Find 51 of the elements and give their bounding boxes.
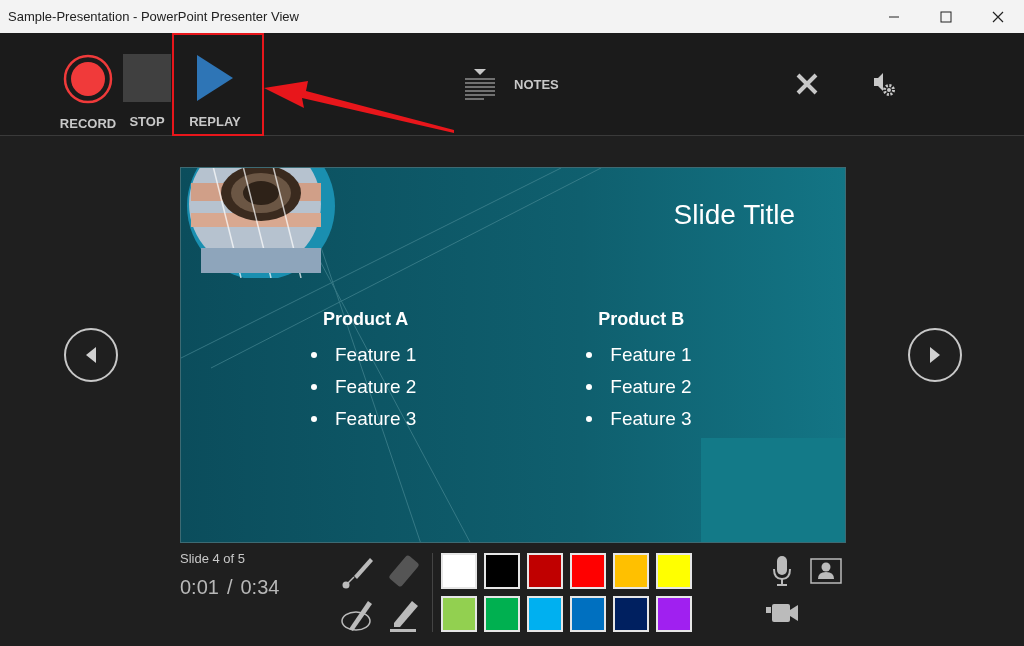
color-swatch[interactable]	[656, 596, 692, 632]
color-swatch[interactable]	[484, 553, 520, 589]
video-camera-icon	[765, 601, 799, 625]
window-title: Sample-Presentation - PowerPoint Presenter View	[7, 7, 300, 26]
replay-button[interactable]: REPLAY	[176, 54, 254, 134]
right-triangle-icon	[928, 346, 942, 364]
color-swatch[interactable]	[613, 596, 649, 632]
stop-button[interactable]: STOP	[122, 54, 172, 134]
left-triangle-icon	[84, 346, 98, 364]
notes-icon	[464, 69, 496, 101]
play-icon	[195, 54, 235, 102]
bullet-text: Feature 2	[335, 374, 417, 399]
time-separator: /	[226, 574, 233, 600]
next-slide-button[interactable]	[908, 328, 962, 382]
maximize-icon	[940, 10, 952, 23]
color-swatch[interactable]	[613, 553, 649, 589]
slide-title: Slide Title	[673, 198, 795, 232]
person-icon	[810, 558, 842, 584]
color-swatch[interactable]	[441, 596, 477, 632]
slide-counter: Slide 4 of 5	[180, 550, 247, 568]
bullet-icon	[311, 416, 317, 422]
notes-button[interactable]: NOTES	[464, 69, 559, 101]
speaker-gear-icon	[871, 71, 896, 97]
microphone-icon	[772, 555, 792, 587]
total-time: 0:34	[240, 574, 280, 600]
color-swatch[interactable]	[656, 553, 692, 589]
bullet-text: Feature 1	[335, 342, 417, 367]
bullet-text: Feature 1	[610, 342, 692, 367]
color-swatch[interactable]	[484, 596, 520, 632]
record-button[interactable]: RECORD	[58, 54, 118, 134]
color-swatch[interactable]	[527, 596, 563, 632]
color-swatch[interactable]	[527, 553, 563, 589]
color-swatch[interactable]	[570, 596, 606, 632]
bullet-text: Feature 3	[335, 406, 417, 431]
close-icon	[992, 10, 1004, 23]
bullet-icon	[586, 352, 593, 358]
bullet-icon	[311, 352, 317, 358]
bullet-icon	[311, 384, 317, 390]
previous-slide-button[interactable]	[64, 328, 118, 382]
column-heading: Product A	[323, 308, 410, 331]
bullet-icon	[586, 416, 593, 422]
bullet-icon	[586, 384, 593, 390]
elapsed-time: 0:01	[180, 574, 219, 600]
column-heading: Product B	[598, 308, 686, 331]
stop-icon	[123, 54, 171, 102]
bullet-text: Feature 3	[610, 406, 692, 431]
color-swatch[interactable]	[441, 553, 477, 589]
close-icon	[794, 72, 819, 96]
color-swatch[interactable]	[570, 553, 606, 589]
bullet-text: Feature 2	[610, 374, 692, 399]
record-icon	[63, 54, 113, 104]
